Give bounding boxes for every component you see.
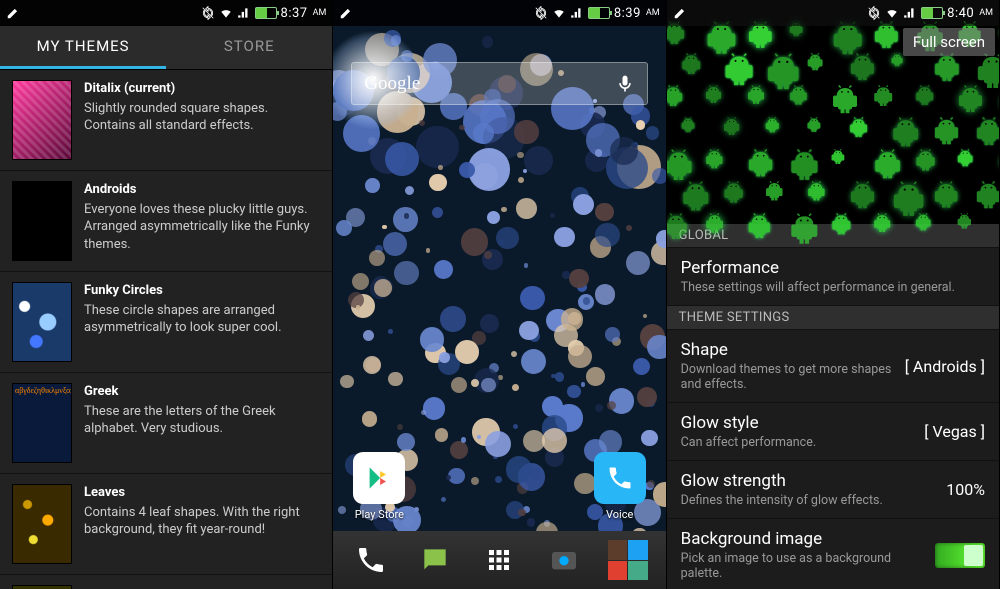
section-header-theme: THEME SETTINGS — [667, 306, 999, 330]
dock-apps[interactable] — [478, 539, 520, 581]
list-item[interactable]: Funky Circles These circle shapes are ar… — [0, 272, 332, 373]
theme-desc: These are the letters of the Greek alpha… — [84, 403, 320, 438]
setting-desc: Defines the intensity of glow effects. — [681, 493, 937, 508]
tab-store[interactable]: STORE — [166, 26, 332, 69]
setting-glow-strength[interactable]: Glow strength Defines the intensity of g… — [667, 461, 999, 519]
status-bar: 8:39 AM — [333, 0, 665, 26]
theme-desc: These circle shapes are arranged asymmet… — [84, 302, 320, 337]
setting-title: Background image — [681, 529, 925, 549]
tabs: MY THEMES STORE — [0, 26, 332, 70]
mic-icon[interactable] — [615, 74, 635, 94]
clock-ampm: AM — [646, 8, 660, 18]
google-logo: Google — [364, 73, 420, 95]
theme-thumbnail — [12, 585, 72, 589]
no-sync-icon — [867, 6, 881, 20]
setting-glow-style[interactable]: Glow style Can affect performance. [ Veg… — [667, 403, 999, 461]
screen-themes: 8:37 AM MY THEMES STORE Ditalix (current)… — [0, 0, 333, 589]
theme-title: Greek — [84, 383, 320, 401]
clock-ampm: AM — [313, 8, 327, 18]
theme-desc: Contains 4 leaf shapes. With the right b… — [84, 504, 320, 539]
wifi-icon — [885, 6, 899, 20]
signal-icon — [570, 6, 584, 20]
setting-title: Glow style — [681, 413, 915, 433]
status-bar: 8:37 AM — [0, 0, 332, 26]
battery-icon — [921, 7, 943, 19]
wifi-icon — [219, 6, 233, 20]
clock-time: 8:40 — [947, 6, 974, 21]
list-item[interactable] — [0, 575, 332, 589]
play-store-icon — [353, 452, 405, 504]
theme-thumbnail — [12, 181, 72, 261]
setting-desc: Download themes to get more shapes and e… — [681, 362, 895, 392]
theme-thumbnail — [12, 282, 72, 362]
list-item[interactable]: Ditalix (current) Slightly rounded squar… — [0, 70, 332, 171]
app-label: Voice — [606, 508, 633, 521]
google-search-widget[interactable]: Google — [351, 62, 647, 105]
setting-shape[interactable]: Shape Download themes to get more shapes… — [667, 330, 999, 403]
battery-icon — [255, 7, 277, 19]
battery-icon — [588, 7, 610, 19]
screen-homescreen: 8:39 AM Google Play Store Voice — [333, 0, 666, 589]
no-sync-icon — [201, 6, 215, 20]
clock-ampm: AM — [979, 8, 993, 18]
pencil-icon — [339, 6, 353, 20]
setting-value: [ Androids ] — [905, 357, 985, 376]
status-bar: 8:40 AM — [667, 0, 999, 26]
list-item[interactable]: Androids Everyone loves these plucky lit… — [0, 171, 332, 272]
theme-title: Androids — [84, 181, 320, 199]
pencil-icon — [6, 6, 20, 20]
voice-icon — [594, 452, 646, 504]
setting-desc: Pick an image to use as a background pal… — [681, 551, 925, 581]
app-label: Play Store — [355, 508, 404, 521]
dock-folder[interactable] — [607, 539, 649, 581]
theme-desc: Everyone loves these plucky little guys.… — [84, 201, 320, 254]
pencil-icon — [673, 6, 687, 20]
setting-desc: These settings will affect performance i… — [681, 280, 985, 295]
clock-time: 8:39 — [614, 6, 641, 21]
home-icons-row: Play Store Voice — [333, 452, 665, 521]
app-voice[interactable]: Voice — [592, 452, 648, 521]
theme-thumbnail — [12, 80, 72, 160]
list-item[interactable]: αβγδεζηθικλμνξοπρστυφχψω Greek These are… — [0, 373, 332, 474]
setting-background-image[interactable]: Background image Pick an image to use as… — [667, 519, 999, 589]
full-screen-button[interactable]: Full screen — [903, 28, 995, 56]
dock-messages[interactable] — [414, 539, 456, 581]
theme-thumbnail: αβγδεζηθικλμνξοπρστυφχψω — [12, 383, 72, 463]
setting-value: [ Vegas ] — [924, 422, 985, 441]
dock-phone[interactable] — [350, 539, 392, 581]
setting-desc: Can affect performance. — [681, 435, 915, 450]
theme-thumbnail — [12, 484, 72, 564]
dock-camera[interactable] — [543, 539, 585, 581]
wifi-icon — [552, 6, 566, 20]
setting-title: Shape — [681, 340, 895, 360]
setting-performance[interactable]: Performance These settings will affect p… — [667, 248, 999, 306]
signal-icon — [903, 6, 917, 20]
screen-settings: 8:40AM Full screen GLOBAL Performance Th… — [667, 0, 1000, 589]
clock-time: 8:37 — [281, 6, 308, 21]
app-play-store[interactable]: Play Store — [351, 452, 407, 521]
setting-value: 100% — [946, 480, 985, 499]
setting-title: Glow strength — [681, 471, 937, 491]
no-sync-icon — [534, 6, 548, 20]
theme-title: Ditalix (current) — [84, 80, 320, 98]
tab-my-themes[interactable]: MY THEMES — [0, 26, 166, 69]
dock — [333, 531, 665, 589]
list-item[interactable]: Leaves Contains 4 leaf shapes. With the … — [0, 474, 332, 575]
theme-title: Leaves — [84, 484, 320, 502]
toggle-on-icon[interactable] — [935, 543, 985, 568]
theme-title: Funky Circles — [84, 282, 320, 300]
theme-desc: Slightly rounded square shapes. Contains… — [84, 100, 320, 135]
theme-list[interactable]: Ditalix (current) Slightly rounded squar… — [0, 70, 332, 589]
signal-icon — [237, 6, 251, 20]
setting-title: Performance — [681, 258, 985, 278]
